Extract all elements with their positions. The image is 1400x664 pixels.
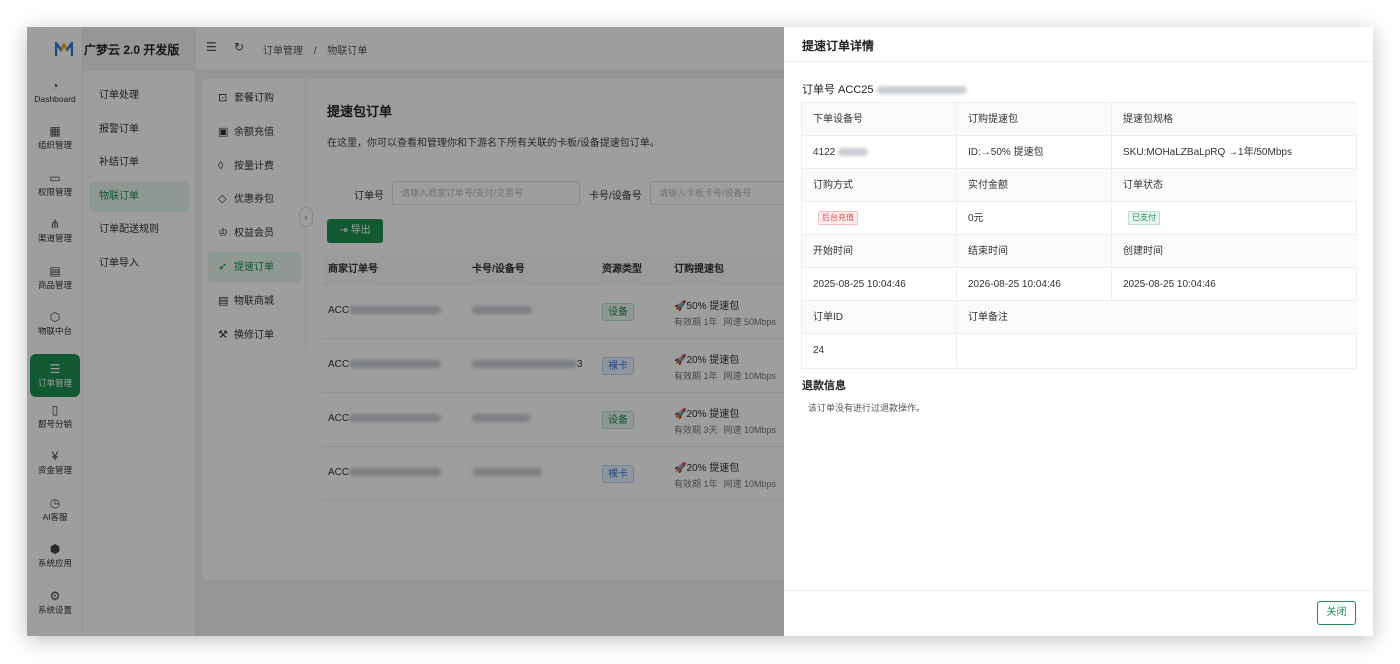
order-id-label: 订单ID — [802, 301, 957, 334]
start-time-value: 2025-08-25 10:04:46 — [802, 268, 957, 301]
remark-value — [957, 334, 1357, 367]
divider — [784, 590, 1373, 591]
refund-text: 该订单没有进行过退款操作。 — [808, 403, 926, 413]
order-number: 订单号 ACC25 — [802, 81, 967, 97]
amount-label: 实付金额 — [957, 169, 1112, 202]
status-value: 已支付 — [1112, 202, 1357, 235]
status-label: 订单状态 — [1112, 169, 1357, 202]
pkg-value: ID:→50% 提速包 — [957, 136, 1112, 169]
drawer-title: 提速订单详情 — [802, 39, 875, 53]
close-button[interactable]: 关闭 — [1317, 601, 1356, 625]
redacted-text — [876, 86, 967, 95]
pkg-label: 订购提速包 — [957, 103, 1112, 136]
end-time-label: 结束时间 — [957, 235, 1112, 268]
start-time-label: 开始时间 — [802, 235, 957, 268]
spec-value: SKU:MOHaLZBaLpRQ →1年/50Mbps — [1112, 136, 1357, 169]
order-detail-drawer: 提速订单详情 订单号 ACC25 下单设备号 订购提速包 提速包规格 4122 … — [784, 27, 1373, 636]
app-window: ◔ Dashboard ▦ 组织管理 ▭ 权限管理 ⋔ 渠道管理 ▤ 商品管理 ⬡ 物联中台 ☰ 订单管理… — [27, 27, 1373, 636]
spec-label: 提速包规格 — [1112, 103, 1357, 136]
detail-table: 下单设备号 订购提速包 提速包规格 4122 ID:→50% 提速包 SKU:M… — [801, 102, 1357, 369]
device-no-value: 4122 — [802, 136, 957, 169]
remark-label: 订单备注 — [957, 301, 1357, 334]
method-badge: 后台充值 — [818, 211, 858, 226]
refund-title: 退款信息 — [802, 380, 846, 392]
status-badge: 已支付 — [1128, 211, 1160, 226]
created-time-label: 创建时间 — [1112, 235, 1357, 268]
end-time-value: 2026-08-25 10:04:46 — [957, 268, 1112, 301]
amount-value: 0元 — [957, 202, 1112, 235]
order-id-value: 24 — [802, 334, 957, 367]
redacted-text — [838, 148, 869, 157]
device-no-label: 下单设备号 — [802, 103, 957, 136]
created-time-value: 2025-08-25 10:04:46 — [1112, 268, 1357, 301]
divider — [784, 61, 1373, 62]
method-label: 订购方式 — [802, 169, 957, 202]
method-value: 后台充值 — [802, 202, 957, 235]
device-no-text: 4122 — [813, 147, 836, 158]
order-number-text: 订单号 ACC25 — [802, 84, 874, 96]
